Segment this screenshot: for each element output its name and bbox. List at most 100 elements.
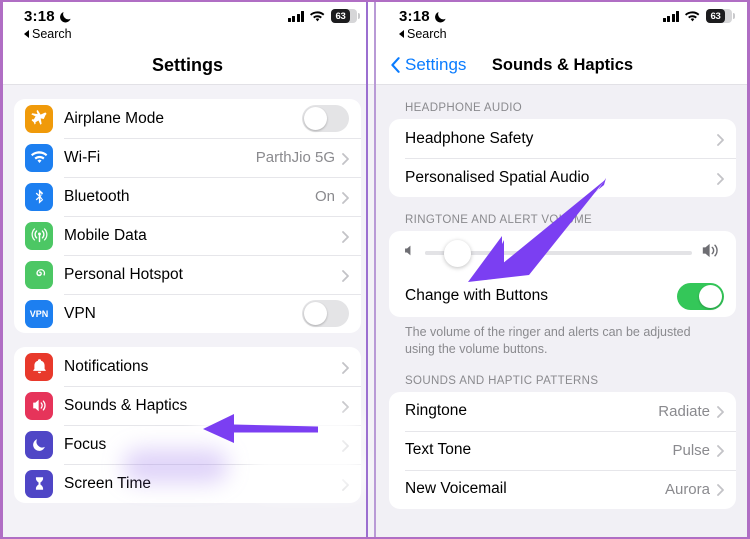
change-with-buttons-toggle[interactable]: [677, 282, 724, 310]
chevron-right-icon: [342, 478, 349, 491]
nav-bar-right: Settings Sounds & Haptics: [375, 46, 750, 84]
section-group-headphone-audio: Headphone Safety Personalised Spatial Au…: [389, 119, 736, 197]
battery-percent: 63: [710, 10, 721, 22]
status-indicators-left: 63: [287, 9, 360, 23]
status-back-to-search[interactable]: Search: [399, 27, 732, 41]
list-item-personalised-spatial-audio[interactable]: Personalised Spatial Audio: [389, 158, 736, 197]
wifi-icon: [25, 143, 53, 172]
back-button-label: Settings: [405, 55, 467, 74]
chevron-right-icon: [717, 172, 724, 185]
battery-icon: 63: [331, 9, 360, 23]
list-item-label: Change with Buttons: [405, 287, 549, 304]
list-item-new-voicemail[interactable]: New Voicemail Aurora: [389, 469, 736, 509]
sidebar-item-notifications[interactable]: Notifications: [14, 347, 361, 386]
sidebar-item-wifi[interactable]: Wi-Fi ParthJio 5G: [14, 138, 361, 177]
sidebar-item-personal-hotspot[interactable]: Personal Hotspot: [14, 255, 361, 294]
nav-bar-left: Settings: [0, 46, 375, 84]
battery-icon: 63: [706, 9, 735, 23]
ringtone-value: Radiate: [658, 402, 710, 420]
sidebar-item-label: Notifications: [64, 357, 149, 375]
bluetooth-state-value: On: [314, 188, 335, 205]
chevron-right-icon: [717, 444, 724, 458]
list-item-label: Text Tone: [405, 441, 472, 459]
sidebar-item-screen-time[interactable]: Screen Time: [14, 464, 361, 503]
back-triangle-icon: [399, 30, 404, 38]
back-to-settings-button[interactable]: Settings: [391, 55, 466, 75]
sidebar-item-vpn[interactable]: VPN VPN: [14, 294, 361, 333]
left-settings-list: Airplane Mode Wi-Fi ParthJio 5G Bluetoot…: [0, 99, 375, 503]
list-item-change-with-buttons[interactable]: Change with Buttons: [389, 275, 736, 317]
status-back-label: Search: [407, 27, 447, 41]
vpn-toggle[interactable]: [302, 300, 349, 327]
wifi-icon: [310, 10, 325, 22]
status-time: 3:18: [399, 7, 430, 25]
section-group-sound-patterns: Ringtone Radiate Text Tone Pulse New Voi…: [389, 391, 736, 509]
status-bar-left: 3:18 63 Search: [0, 0, 375, 46]
chevron-right-icon: [717, 133, 724, 146]
cellular-signal-icon: [662, 10, 679, 22]
sidebar-item-label: Wi-Fi: [64, 148, 101, 166]
new-voicemail-value: Aurora: [664, 480, 710, 498]
chevron-right-icon: [342, 230, 349, 243]
chevron-left-icon: [391, 57, 400, 73]
status-back-to-search[interactable]: Search: [24, 27, 357, 41]
cellular-antenna-icon: [25, 221, 53, 250]
chevron-right-icon: [342, 361, 349, 374]
sidebar-item-bluetooth[interactable]: Bluetooth On: [14, 177, 361, 216]
list-item-label: New Voicemail: [405, 480, 507, 498]
sidebar-item-mobile-data[interactable]: Mobile Data: [14, 216, 361, 255]
slider-thumb[interactable]: [443, 239, 471, 267]
sidebar-item-label: Sounds & Haptics: [64, 396, 188, 414]
list-item-label: Personalised Spatial Audio: [405, 168, 590, 186]
section-header-sounds-haptic-patterns: SOUNDS AND HAPTIC PATTERNS: [405, 374, 599, 387]
cellular-signal-icon: [287, 10, 304, 22]
speaker-high-icon: [701, 242, 722, 264]
battery-percent: 63: [335, 10, 346, 22]
hourglass-icon: [25, 469, 53, 498]
chevron-right-icon: [717, 483, 724, 497]
sidebar-item-label: Airplane Mode: [64, 109, 164, 127]
status-time-group: 3:18: [24, 8, 72, 25]
list-item-label: Ringtone: [405, 402, 468, 420]
nav-separator-left: [0, 84, 375, 85]
chevron-right-icon: [342, 400, 349, 413]
wifi-network-value: ParthJio 5G: [255, 149, 335, 166]
airplane-mode-toggle[interactable]: [302, 105, 349, 132]
ringer-volume-slider-row: [389, 231, 736, 275]
sidebar-item-airplane-mode[interactable]: Airplane Mode: [14, 99, 361, 138]
chevron-right-icon: [342, 191, 349, 204]
chevron-right-icon: [342, 152, 349, 165]
sidebar-item-sounds-haptics[interactable]: Sounds & Haptics: [14, 386, 361, 425]
list-item-text-tone[interactable]: Text Tone Pulse: [389, 430, 736, 470]
bluetooth-icon: [25, 182, 53, 211]
sidebar-item-focus[interactable]: Focus: [14, 425, 361, 464]
sidebar-item-label: Screen Time: [64, 474, 152, 492]
chevron-right-icon: [717, 405, 724, 419]
vpn-icon: VPN: [25, 299, 53, 328]
status-time: 3:18: [24, 7, 55, 25]
status-time-group: 3:18: [399, 8, 447, 25]
wifi-icon: [685, 10, 700, 22]
section-group-ringtone-volume: Change with Buttons: [389, 231, 736, 317]
hotspot-icon: [25, 260, 53, 289]
list-item-headphone-safety[interactable]: Headphone Safety: [389, 119, 736, 158]
airplane-icon: [25, 104, 53, 133]
notification-bell-icon: [25, 352, 53, 381]
crescent-moon-icon: [434, 10, 447, 23]
crescent-moon-icon: [59, 10, 72, 23]
moon-focus-icon: [25, 430, 53, 459]
page-title: Settings: [151, 54, 223, 75]
speaker-low-icon: [403, 244, 416, 262]
chevron-right-icon: [342, 439, 349, 452]
sidebar-item-label: VPN: [64, 304, 96, 322]
section-header-ringtone-alert-volume: RINGTONE AND ALERT VOLUME: [405, 214, 593, 226]
text-tone-value: Pulse: [672, 441, 710, 459]
speaker-icon: [25, 391, 53, 420]
ringer-volume-slider[interactable]: [425, 239, 692, 267]
sounds-haptics-content: HEADPHONE AUDIO Headphone Safety Persona…: [375, 85, 750, 509]
right-phone-panel: 3:18 63 Search Settings Sounds & Haptics…: [375, 0, 750, 539]
sidebar-item-label: Mobile Data: [64, 226, 147, 244]
status-bar-right: 3:18 63 Search: [375, 0, 750, 46]
list-item-ringtone[interactable]: Ringtone Radiate: [389, 392, 736, 431]
chevron-right-icon: [342, 269, 349, 282]
